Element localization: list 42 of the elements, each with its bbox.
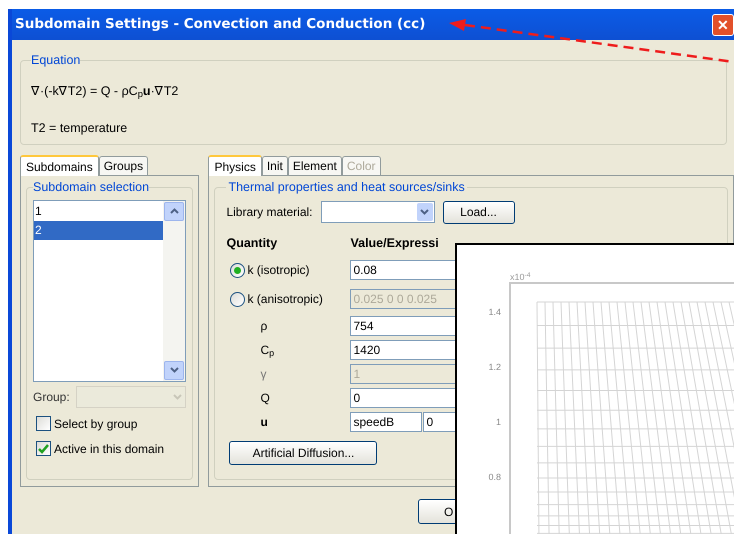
scroll-up-icon[interactable] bbox=[164, 202, 184, 221]
tab[interactable]: Subdomains bbox=[20, 155, 99, 176]
scale-label: x10$^{-4}$ bbox=[510, 271, 531, 284]
group-title: Subdomain selection bbox=[33, 179, 150, 196]
library-select[interactable] bbox=[320, 201, 434, 224]
scroll-down-icon[interactable] bbox=[164, 360, 184, 380]
tab[interactable]: Init bbox=[262, 156, 288, 175]
group-label: Group: bbox=[33, 388, 70, 406]
tick-label: 1 bbox=[494, 416, 501, 429]
group-title: Equation bbox=[31, 52, 80, 69]
artificial-diffusion-button[interactable]: Artificial Diffusion... bbox=[229, 440, 378, 464]
close-button[interactable]: ✕ bbox=[712, 14, 734, 36]
checkbox-label: Select by group bbox=[54, 416, 138, 433]
checkbox[interactable] bbox=[36, 441, 51, 456]
quantity-label: C$_{p}$ bbox=[259, 342, 274, 356]
tab[interactable]: Physics bbox=[208, 155, 262, 176]
dropdown-icon[interactable] bbox=[416, 203, 432, 222]
library-label: Library material: bbox=[226, 204, 312, 222]
scrollbar[interactable] bbox=[163, 200, 186, 381]
radio-button[interactable] bbox=[230, 262, 246, 278]
quantity-label: γ bbox=[259, 366, 266, 380]
load-button[interactable]: Load... bbox=[442, 200, 514, 224]
tick-label: 0.8 bbox=[487, 471, 501, 484]
checkbox-label: Active in this domain bbox=[54, 440, 164, 458]
quantity-label: u bbox=[259, 414, 268, 428]
tab[interactable]: Groups bbox=[98, 156, 148, 175]
quantity-label: ρ bbox=[259, 318, 268, 332]
column-header: Value/Expressi bbox=[350, 234, 439, 252]
input-field[interactable]: speedB bbox=[350, 412, 422, 432]
equation-text: ∇·(-k∇T2) = Q - ρC$_{p}$u·∇T2 bbox=[31, 82, 180, 100]
quantity-label: k (anisotropic) bbox=[247, 291, 323, 308]
list-item[interactable]: 2 bbox=[34, 220, 164, 240]
tab[interactable]: Element bbox=[288, 156, 342, 175]
checkbox[interactable] bbox=[36, 416, 51, 432]
list-item[interactable]: 1 bbox=[34, 202, 164, 221]
column-header: Quantity bbox=[226, 234, 278, 252]
quantity-label: k (isotropic) bbox=[247, 262, 310, 279]
group-title: Thermal properties and heat sources/sinks bbox=[227, 179, 466, 196]
quantity-label: Q bbox=[259, 390, 270, 404]
window-title: Subdomain Settings - Convection and Conduction (cc) bbox=[15, 15, 426, 34]
equation-note: T2 = temperature bbox=[31, 120, 128, 137]
dropdown-icon bbox=[173, 394, 182, 400]
